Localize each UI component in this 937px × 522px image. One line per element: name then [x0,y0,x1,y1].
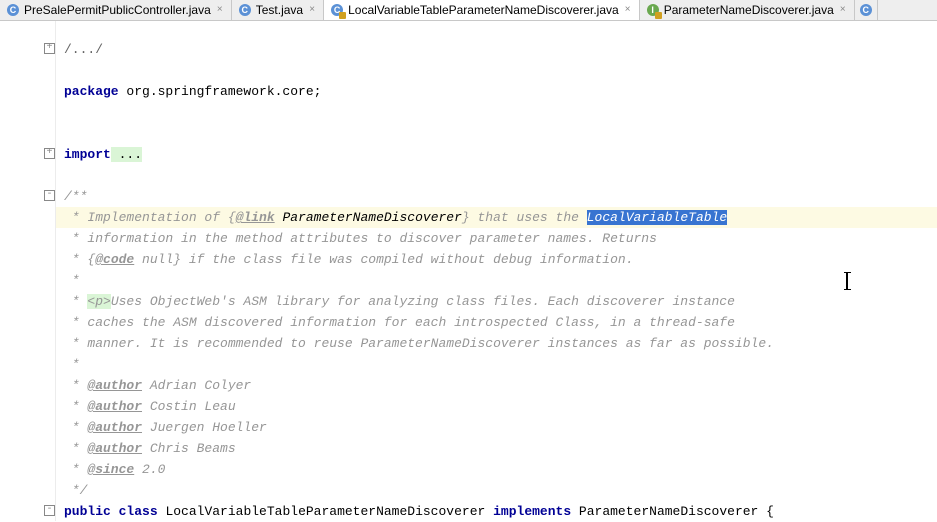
fold-minus-icon[interactable]: - [44,505,55,516]
import-ellipsis: ... [111,147,142,162]
close-icon[interactable]: × [307,5,317,15]
javadoc-close: */ [64,483,87,498]
gutter[interactable]: + + - - [0,21,56,521]
folded-comment: /.../ [64,42,103,57]
class-icon: C [238,3,252,17]
tab-label: ParameterNameDiscoverer.java [664,3,834,17]
javadoc-author: * @author Juergen Hoeller [64,420,267,435]
close-icon[interactable]: × [623,5,633,15]
tab-label: Test.java [256,3,303,17]
javadoc-author: * @author Chris Beams [64,441,236,456]
tab-test[interactable]: C Test.java × [232,0,324,20]
lock-icon [655,12,662,19]
editor[interactable]: + + - - /.../ package org.springframewor… [0,21,937,521]
tab-label: PreSalePermitPublicController.java [24,3,211,17]
tab-paramname[interactable]: I ParameterNameDiscoverer.java × [640,0,855,20]
javadoc-line: * manner. It is recommended to reuse Par… [64,336,774,351]
tab-bar: C PreSalePermitPublicController.java × C… [0,0,937,21]
javadoc-line: * information in the method attributes t… [64,231,657,246]
tab-presale[interactable]: C PreSalePermitPublicController.java × [0,0,232,20]
selection: LocalVariableTable [587,210,727,225]
javadoc-line: * {@code null} if the class file was com… [64,252,634,267]
text-caret [846,273,848,289]
javadoc-line: * [64,273,80,288]
javadoc-author: * @author Costin Leau [64,399,236,414]
javadoc-author: * @author Adrian Colyer [64,378,251,393]
package-keyword: package [64,84,119,99]
javadoc-line: * [64,357,80,372]
fold-plus-icon[interactable]: + [44,148,55,159]
code-area[interactable]: /.../ package org.springframework.core; … [56,21,937,521]
fold-plus-icon[interactable]: + [44,43,55,54]
package-name: org.springframework.core; [119,84,322,99]
fold-minus-icon[interactable]: - [44,190,55,201]
class-icon: C [6,3,20,17]
javadoc-open: /** [64,189,87,204]
tab-localvar[interactable]: C LocalVariableTableParameterNameDiscove… [324,0,640,20]
lock-icon [339,12,346,19]
javadoc-since: * @since 2.0 [64,462,165,477]
javadoc-line: * Implementation of {@link ParameterName… [64,210,727,225]
class-icon: C [330,3,344,17]
close-icon[interactable]: × [838,5,848,15]
class-icon: C [859,3,873,17]
javadoc-line: * caches the ASM discovered information … [64,315,735,330]
class-declaration: public class LocalVariableTableParameter… [56,501,937,522]
tab-label: LocalVariableTableParameterNameDiscovere… [348,3,619,17]
import-keyword: import [64,147,111,162]
close-icon[interactable]: × [215,5,225,15]
javadoc-line: * <p>Uses ObjectWeb's ASM library for an… [64,294,735,309]
tab-overflow[interactable]: C [855,0,878,20]
interface-icon: I [646,3,660,17]
